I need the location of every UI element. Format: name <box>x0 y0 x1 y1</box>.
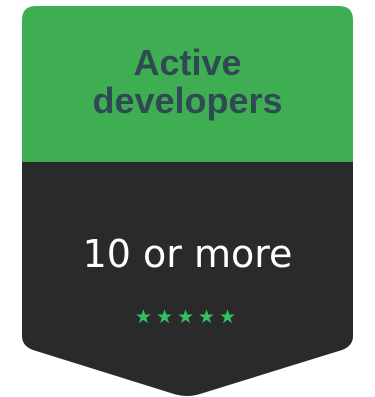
achievement-badge: Active developers 10 or more ★★★★★ <box>22 6 353 396</box>
badge-title-line-1: Active <box>133 42 242 83</box>
star-rating-icons: ★★★★★ <box>134 306 241 328</box>
badge-bottom-section <box>22 162 353 396</box>
badge-value: 10 or more <box>82 232 293 276</box>
badge-title: Active developers <box>22 44 353 120</box>
badge-title-line-2: developers <box>92 80 283 121</box>
